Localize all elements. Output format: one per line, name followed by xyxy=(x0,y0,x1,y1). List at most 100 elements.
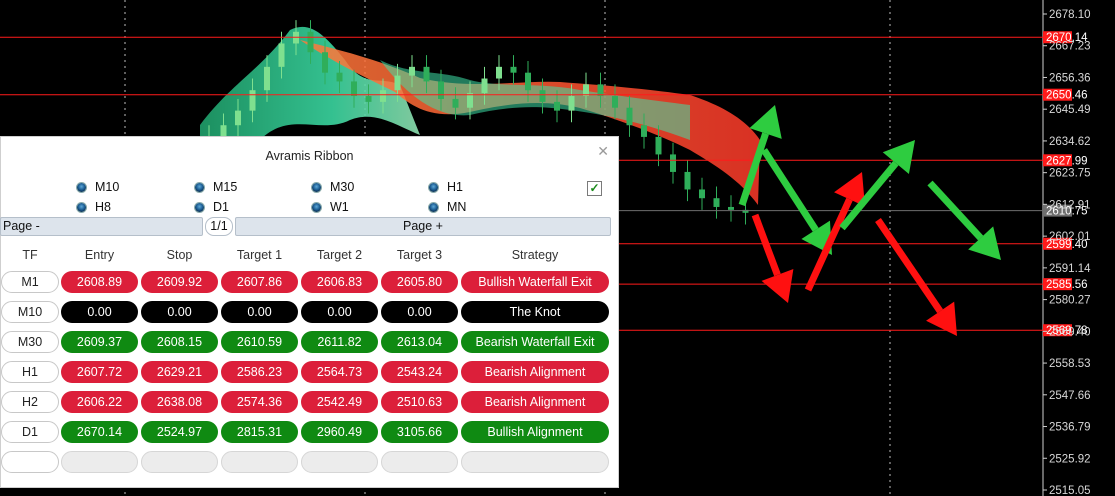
candle-body xyxy=(713,198,720,207)
forecast-arrows xyxy=(738,105,1001,336)
row-value: 2524.97 xyxy=(141,421,218,443)
candle-body xyxy=(554,101,560,111)
candle-body xyxy=(351,81,357,97)
candle-body xyxy=(452,98,459,108)
tick-label: 2656.36 xyxy=(1049,72,1091,84)
row-value: 2611.82 xyxy=(301,331,378,353)
row-value: 2610.59 xyxy=(221,331,298,353)
row-strategy: The Knot xyxy=(461,301,609,323)
radio-icon xyxy=(312,182,321,192)
price-axis: 2678.10 2667.23 2656.36 2645.49 2634.62 2623.… xyxy=(1043,9,1091,496)
level-label: 2627.99 xyxy=(1046,155,1088,167)
candle-body xyxy=(467,93,473,108)
radio-label: H1 xyxy=(447,180,463,194)
row-value: 2670.14 xyxy=(61,421,138,443)
row-value: 2606.22 xyxy=(61,391,138,413)
row-value: 2543.24 xyxy=(381,361,458,383)
candle-body xyxy=(249,90,256,111)
tick-label: 2536.79 xyxy=(1049,422,1091,434)
row-strategy: Bullish Alignment xyxy=(461,421,609,443)
column-header: Stop xyxy=(166,248,193,262)
row-value: 0.00 xyxy=(301,301,378,323)
tick-label: 2623.75 xyxy=(1049,168,1091,180)
candle-body xyxy=(684,171,691,190)
candle-body xyxy=(394,75,401,91)
candle-body xyxy=(307,31,314,53)
row-strategy: Bearish Alignment xyxy=(461,391,609,413)
page-indicator: 1/1 xyxy=(205,217,233,236)
page-prev-button[interactable]: Page - xyxy=(0,217,203,236)
arrow-shaft xyxy=(761,148,819,232)
level-label: 2650.46 xyxy=(1046,90,1088,102)
row-value: 2605.80 xyxy=(381,271,458,293)
radio-m30[interactable]: M30 xyxy=(312,179,354,195)
candle-body xyxy=(626,107,633,126)
row-value: 2606.83 xyxy=(301,271,378,293)
radio-label: M15 xyxy=(213,180,238,194)
column-header: Target 1 xyxy=(236,248,283,262)
radio-icon xyxy=(429,202,438,212)
column-header: TF xyxy=(22,248,38,262)
page-next-button[interactable]: Page + xyxy=(235,217,611,236)
candle-body xyxy=(728,206,734,210)
arrow-shaft xyxy=(875,218,944,314)
checkmark-icon: ✓ xyxy=(589,181,600,195)
radio-m15[interactable]: M15 xyxy=(195,179,237,195)
row-strategy: Bearish Waterfall Exit xyxy=(461,331,609,353)
row-timeframe[interactable]: H1 xyxy=(1,361,59,383)
radio-label: D1 xyxy=(213,200,229,214)
candle-body xyxy=(568,96,575,111)
candle-body xyxy=(481,78,488,94)
radio-h1[interactable]: H1 xyxy=(429,179,463,195)
tick-label: 2558.53 xyxy=(1049,358,1091,370)
row-value: 2574.36 xyxy=(221,391,298,413)
row-timeframe[interactable]: M30 xyxy=(1,331,59,353)
row-value: 2608.89 xyxy=(61,271,138,293)
candle-body xyxy=(423,66,430,82)
row-value: 0.00 xyxy=(141,301,218,323)
tick-label: 2525.92 xyxy=(1049,453,1091,465)
row-value: 2815.31 xyxy=(221,421,298,443)
radio-label: M10 xyxy=(95,180,120,194)
candle-body xyxy=(322,52,328,73)
row-value: 2609.37 xyxy=(61,331,138,353)
radio-d1[interactable]: D1 xyxy=(195,199,229,215)
candle-body xyxy=(235,110,241,126)
candle-body xyxy=(539,90,546,102)
row-value: 2609.92 xyxy=(141,271,218,293)
row-strategy: Bullish Waterfall Exit xyxy=(461,271,609,293)
row-value xyxy=(141,451,218,473)
candle-body xyxy=(380,90,386,102)
row-timeframe[interactable]: M10 xyxy=(1,301,59,323)
radio-icon xyxy=(77,202,86,212)
candle-body xyxy=(409,66,415,76)
enable-checkbox[interactable]: ✓ xyxy=(587,181,602,196)
column-header: Strategy xyxy=(511,248,559,262)
row-timeframe[interactable] xyxy=(1,451,59,473)
row-timeframe[interactable]: M1 xyxy=(1,271,59,293)
row-value: 2608.15 xyxy=(141,331,218,353)
radio-label: W1 xyxy=(330,200,349,214)
radio-h8[interactable]: H8 xyxy=(77,199,111,215)
candle-body xyxy=(438,81,444,99)
tick-label: 2678.10 xyxy=(1049,9,1091,21)
row-value: 2607.86 xyxy=(221,271,298,293)
candle-body xyxy=(670,154,676,172)
radio-m10[interactable]: M10 xyxy=(77,179,119,195)
radio-icon xyxy=(312,202,321,212)
row-timeframe[interactable]: D1 xyxy=(1,421,59,443)
radio-w1[interactable]: W1 xyxy=(312,199,349,215)
tick-label: 2645.49 xyxy=(1049,104,1091,116)
tick-label: 2547.66 xyxy=(1049,390,1091,402)
radio-mn[interactable]: MN xyxy=(429,199,466,215)
candle-body xyxy=(525,72,531,91)
candle-body xyxy=(699,189,705,199)
close-icon[interactable]: ✕ xyxy=(597,143,609,160)
row-value: 0.00 xyxy=(221,301,298,323)
tick-label: 2602.01 xyxy=(1049,231,1091,243)
tick-label: 2515.05 xyxy=(1049,485,1091,496)
row-timeframe[interactable]: H2 xyxy=(1,391,59,413)
row-value: 3105.66 xyxy=(381,421,458,443)
candle-body xyxy=(264,66,270,91)
row-value xyxy=(381,451,458,473)
